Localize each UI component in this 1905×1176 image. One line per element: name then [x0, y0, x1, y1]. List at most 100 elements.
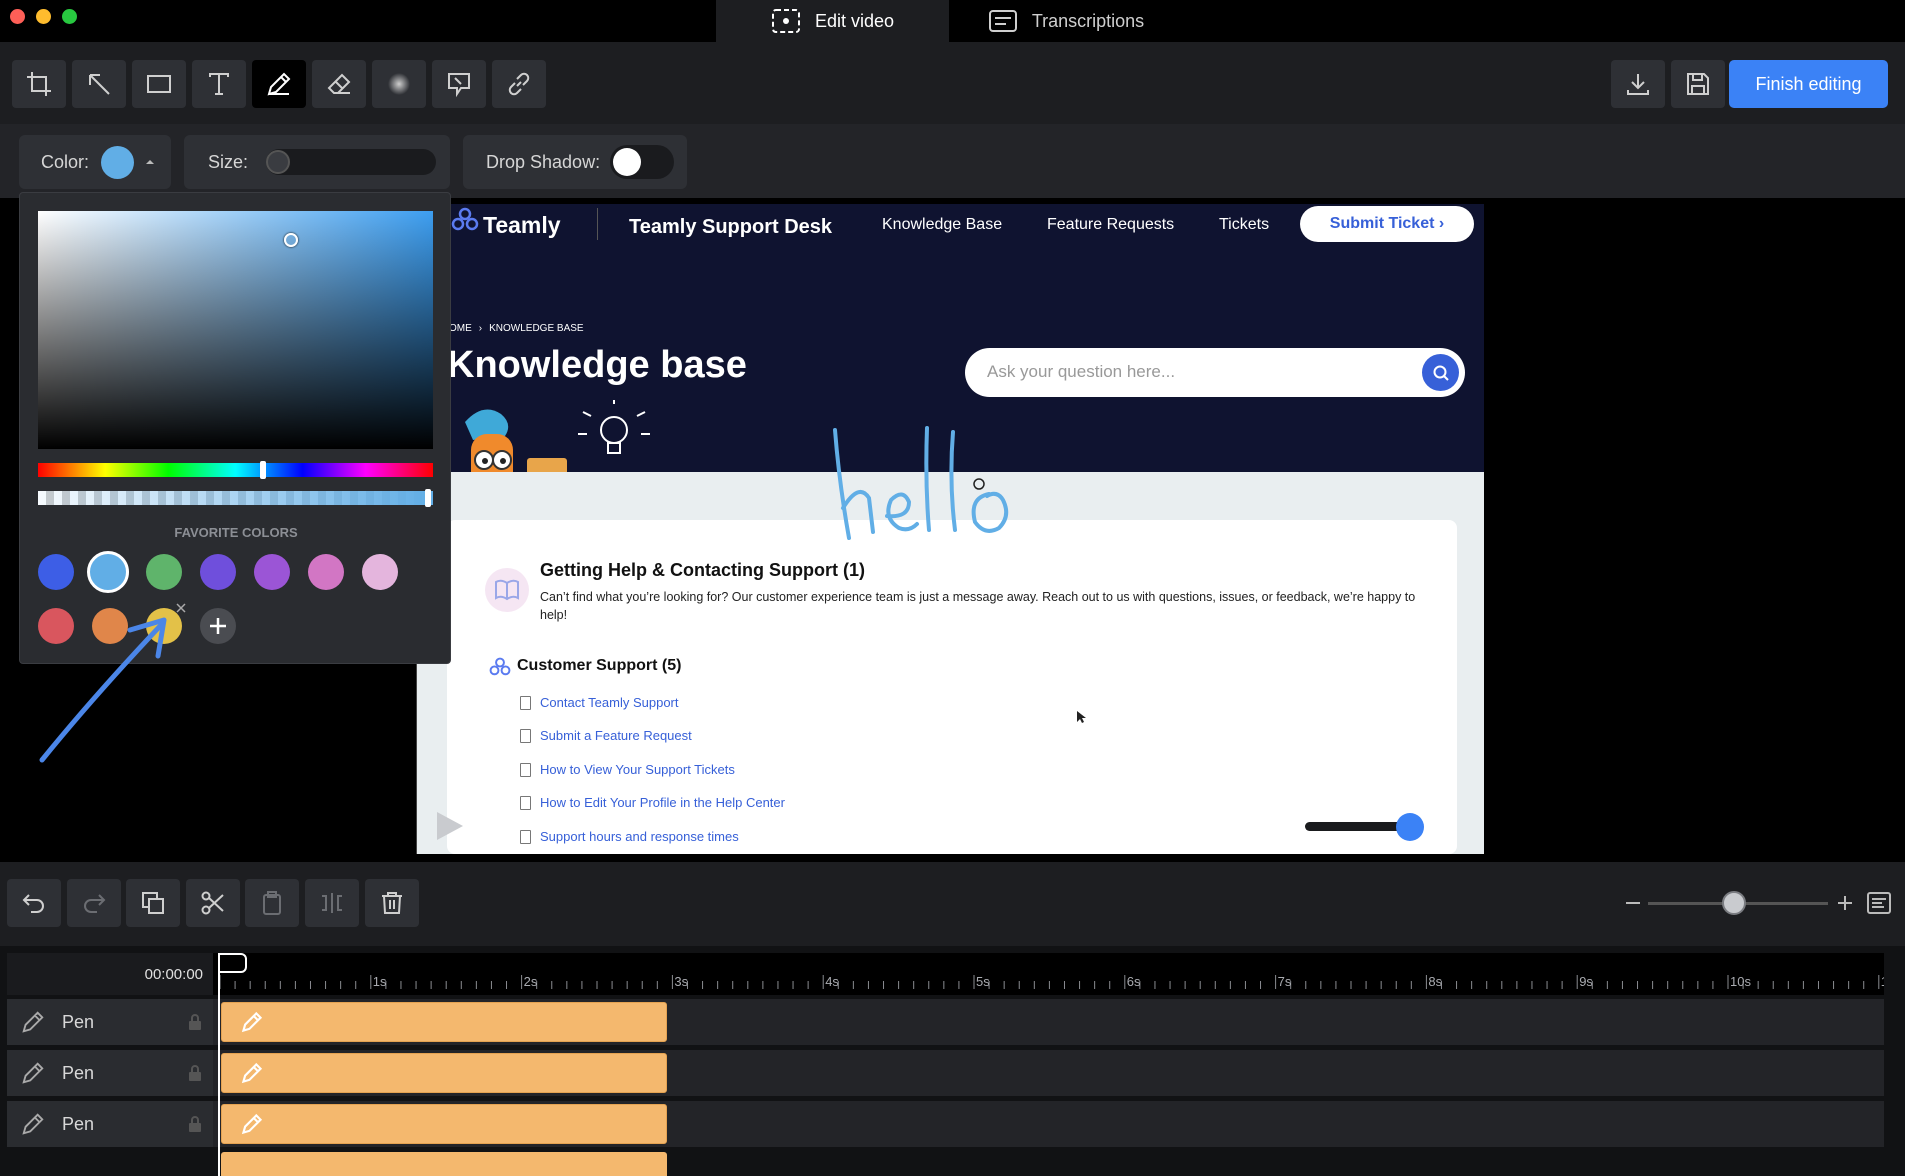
breadcrumb-home[interactable]: OME — [449, 323, 472, 334]
tab-edit-video[interactable]: Edit video — [716, 0, 949, 42]
zoom-out-icon[interactable] — [1624, 900, 1642, 906]
eraser-icon — [327, 73, 351, 94]
pen-clip[interactable] — [221, 1053, 667, 1093]
toggle-knob — [613, 148, 641, 176]
blur-tool-button[interactable] — [372, 60, 426, 108]
submit-ticket-button[interactable]: Submit Ticket › — [1300, 206, 1474, 242]
page-heading: Knowledge base — [447, 344, 747, 386]
favorite-color-green[interactable] — [146, 554, 182, 590]
color-option[interactable]: Color: — [19, 135, 171, 189]
cut-button[interactable] — [186, 879, 240, 927]
pen-tool-button[interactable] — [252, 60, 306, 108]
download-button[interactable] — [1611, 60, 1665, 108]
duplicate-button[interactable] — [126, 879, 180, 927]
article-link[interactable]: Support hours and response times — [520, 829, 739, 844]
section-description: Can’t find what you’re looking for? Our … — [540, 590, 1416, 622]
ruler-tick-label: 3s — [674, 974, 688, 989]
paste-button[interactable] — [245, 879, 299, 927]
text-tool-button[interactable] — [192, 60, 246, 108]
minimize-window-button[interactable] — [36, 9, 51, 24]
finish-editing-button[interactable]: Finish editing — [1729, 60, 1888, 108]
nav-feature-requests[interactable]: Feature Requests — [1047, 216, 1174, 234]
playhead-handle[interactable] — [218, 953, 248, 979]
close-window-button[interactable] — [10, 9, 25, 24]
article-link[interactable]: How to View Your Support Tickets — [520, 762, 735, 777]
zoom-in-icon[interactable] — [1836, 894, 1854, 912]
saturation-handle[interactable] — [284, 233, 298, 247]
lock-icon[interactable] — [187, 1064, 203, 1082]
kb-search-bar[interactable]: Ask your question here... — [965, 348, 1465, 397]
zoom-slider-thumb[interactable] — [1722, 891, 1746, 915]
current-color-swatch[interactable] — [101, 145, 135, 179]
ruler-tick-label: 1s — [373, 974, 387, 989]
favorite-color-light-pink[interactable] — [362, 554, 398, 590]
section-title-getting-help[interactable]: Getting Help & Contacting Support (1) — [540, 560, 865, 581]
favorite-color-indigo[interactable] — [200, 554, 236, 590]
section-title-customer-support[interactable]: Customer Support (5) — [517, 657, 681, 675]
article-link[interactable]: How to Edit Your Profile in the Help Cen… — [520, 795, 785, 810]
split-button[interactable] — [305, 879, 359, 927]
nav-tickets[interactable]: Tickets — [1219, 216, 1269, 234]
ruler-tick-label: 8s — [1428, 974, 1442, 989]
track-name: Pen — [62, 1062, 95, 1083]
delete-button[interactable] — [365, 879, 419, 927]
kb-search-button[interactable] — [1422, 354, 1459, 391]
tab-label: Transcriptions — [1031, 10, 1145, 31]
track-label[interactable]: Pen — [7, 999, 213, 1045]
favorite-color-pink[interactable] — [308, 554, 344, 590]
link-tool-button[interactable] — [492, 60, 546, 108]
favorite-color-light-blue-selected[interactable] — [87, 551, 129, 593]
crop-icon — [27, 72, 51, 96]
duplicate-icon — [142, 892, 164, 914]
nav-knowledge-base[interactable]: Knowledge Base — [882, 216, 1002, 234]
fit-timeline-icon[interactable] — [1866, 890, 1892, 916]
article-link-text: Support hours and response times — [540, 829, 739, 844]
pen-clip-partial[interactable] — [221, 1152, 667, 1176]
favorite-color-purple[interactable] — [254, 554, 290, 590]
hue-handle[interactable] — [260, 461, 266, 479]
size-slider[interactable] — [266, 149, 436, 175]
volume-slider-thumb[interactable] — [1396, 813, 1424, 841]
track-label[interactable]: Pen — [7, 1050, 213, 1096]
play-icon[interactable] — [435, 810, 465, 842]
track-label[interactable]: Pen — [7, 1101, 213, 1147]
save-button[interactable] — [1671, 60, 1725, 108]
article-link[interactable]: Submit a Feature Request — [520, 728, 692, 743]
lock-icon[interactable] — [187, 1115, 203, 1133]
color-label: Color: — [41, 151, 90, 172]
opacity-slider[interactable] — [38, 489, 433, 507]
article-link[interactable]: Contact Teamly Support — [520, 695, 679, 710]
zoom-window-button[interactable] — [62, 9, 77, 24]
crop-tool-button[interactable] — [12, 60, 66, 108]
timeline: 00:00:00 1s 2s 3s 4s 5s 6s 7s 8s 9s 10s 11 Pen Pen… — [0, 946, 1905, 1176]
favorite-color-blue[interactable] — [38, 554, 74, 590]
undo-button[interactable] — [7, 879, 61, 927]
pen-clip[interactable] — [221, 1002, 667, 1042]
toolbar: Finish editing — [0, 42, 1905, 124]
highlight-tool-button[interactable] — [432, 60, 486, 108]
eraser-tool-button[interactable] — [312, 60, 366, 108]
split-icon — [322, 893, 342, 913]
ruler-tick-label: 5s — [976, 974, 990, 989]
download-icon — [1627, 74, 1649, 95]
article-link-text: How to Edit Your Profile in the Help Cen… — [540, 795, 785, 810]
pen-clip[interactable] — [221, 1104, 667, 1144]
search-icon — [1433, 365, 1449, 381]
hue-slider[interactable] — [38, 461, 433, 479]
arrow-tool-button[interactable] — [72, 60, 126, 108]
tab-transcriptions[interactable]: Transcriptions — [966, 0, 1166, 42]
redo-button[interactable] — [67, 879, 121, 927]
drop-shadow-toggle[interactable] — [610, 145, 674, 179]
size-slider-thumb[interactable] — [266, 150, 290, 174]
video-preview[interactable]: Teamly Teamly Support Desk Knowledge Bas… — [416, 204, 1484, 854]
opacity-handle[interactable] — [425, 489, 431, 507]
pen-annotation-hello[interactable] — [829, 422, 1029, 542]
pen-icon — [22, 1113, 44, 1135]
rectangle-tool-button[interactable] — [132, 60, 186, 108]
kb-search-placeholder: Ask your question here... — [987, 362, 1176, 381]
remove-favorite-icon[interactable] — [175, 602, 187, 614]
saturation-value-area[interactable] — [38, 211, 433, 449]
pen-icon — [241, 1113, 263, 1135]
lock-icon[interactable] — [187, 1013, 203, 1031]
add-favorite-color-button[interactable] — [200, 608, 236, 644]
